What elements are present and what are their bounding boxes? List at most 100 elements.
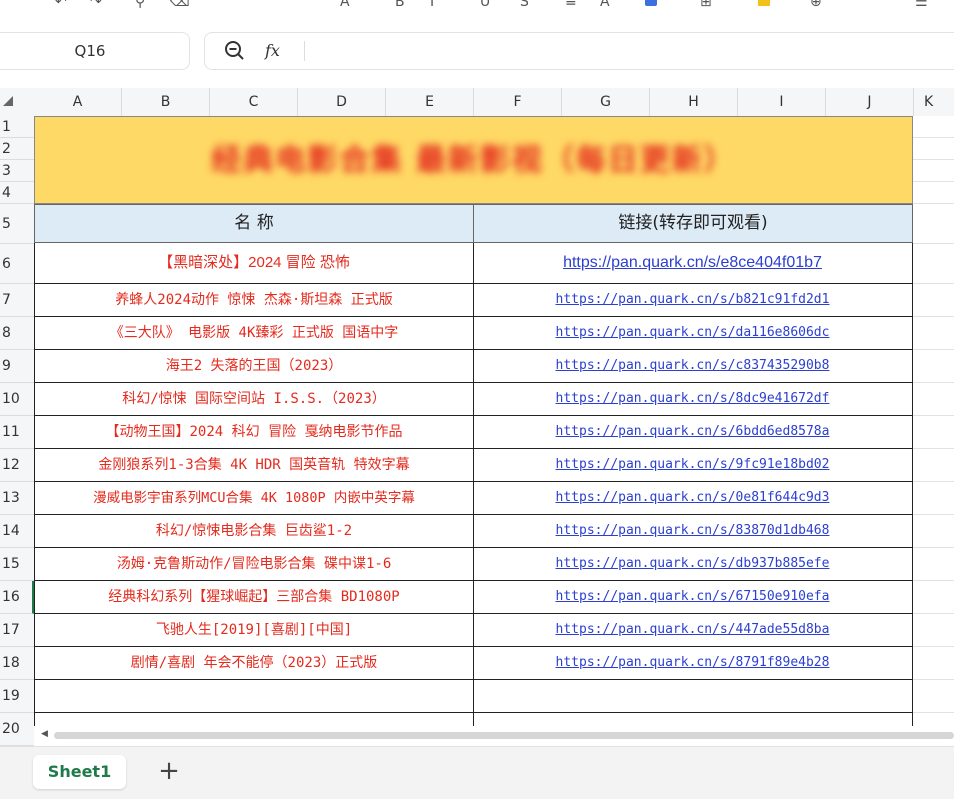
row-header-7[interactable]: 7 [0, 284, 34, 317]
empty-cell[interactable] [473, 713, 913, 726]
gridline [913, 283, 954, 284]
movie-name-cell[interactable]: 漫威电影宇宙系列MCU合集 4K 1080P 内嵌中英字幕 [34, 482, 474, 515]
movie-link-cell[interactable]: https://pan.quark.cn/s/0e81f644c9d3 [473, 482, 913, 515]
gridline [913, 448, 954, 449]
strikethrough-icon[interactable]: S [520, 0, 529, 10]
gridline [913, 243, 954, 244]
row-header-15[interactable]: 15 [0, 548, 34, 581]
gridline [913, 481, 954, 482]
add-sheet-button[interactable]: + [156, 756, 182, 786]
movie-name-cell[interactable]: 经典科幻系列【猩球崛起】三部合集 BD1080P [34, 581, 474, 614]
name-box[interactable]: Q16 [0, 32, 190, 70]
movie-link-cell[interactable]: https://pan.quark.cn/s/c837435290b8 [473, 350, 913, 383]
insert-icon[interactable]: ⊕ [810, 0, 822, 10]
column-header-k[interactable]: K [914, 88, 954, 116]
movie-name-cell[interactable]: 海王2 失落的王国（2023） [34, 350, 474, 383]
row-header-8[interactable]: 8 [0, 317, 34, 350]
movie-name-cell[interactable]: 养蜂人2024动作 惊悚 杰森·斯坦森 正式版 [34, 284, 474, 317]
column-header-d[interactable]: D [298, 88, 386, 116]
movie-name-cell[interactable]: 科幻/惊悚电影合集 巨齿鲨1-2 [34, 515, 474, 548]
movie-name-cell[interactable]: 【黑暗深处】2024 冒险 恐怖 [34, 243, 474, 284]
horizontal-scrollbar[interactable]: ◀ [34, 726, 954, 746]
row-header-11[interactable]: 11 [0, 416, 34, 449]
movie-link-cell[interactable]: https://pan.quark.cn/s/6bdd6ed8578a [473, 416, 913, 449]
column-header-e[interactable]: E [386, 88, 474, 116]
movie-name-cell[interactable]: 剧情/喜剧 年会不能停（2023）正式版 [34, 647, 474, 680]
header-link-cell[interactable]: 链接(转存即可观看) [473, 204, 913, 243]
movie-link-cell[interactable]: https://pan.quark.cn/s/8791f89e4b28 [473, 647, 913, 680]
undo-icon[interactable]: ↶ [55, 0, 67, 10]
empty-cell[interactable] [34, 680, 474, 713]
clear-icon[interactable]: ⌫ [170, 0, 190, 10]
gridline [913, 547, 954, 548]
row-header-9[interactable]: 9 [0, 350, 34, 383]
border-icon[interactable]: ⊞ [700, 0, 712, 10]
row-header-18[interactable]: 18 [0, 647, 34, 680]
select-all-corner[interactable] [0, 88, 34, 116]
movie-link-cell[interactable]: https://pan.quark.cn/s/b821c91fd2d1 [473, 284, 913, 317]
underline-icon[interactable]: U [480, 0, 490, 10]
movie-name-cell[interactable]: 【动物王国】2024 科幻 冒险 戛纳电影节作品 [34, 416, 474, 449]
column-header-g[interactable]: G [562, 88, 650, 116]
redo-icon[interactable]: ↷ [90, 0, 102, 10]
row-header-2[interactable]: 2 [0, 138, 34, 160]
fx-icon[interactable]: fx [265, 41, 280, 60]
row-header-12[interactable]: 12 [0, 449, 34, 482]
movie-link-cell[interactable]: https://pan.quark.cn/s/83870d1db468 [473, 515, 913, 548]
gridline [913, 137, 954, 138]
formula-bar[interactable]: fx [204, 32, 954, 70]
scroll-left-icon[interactable]: ◀ [41, 729, 48, 739]
column-header-i[interactable]: I [738, 88, 826, 116]
movie-link-cell[interactable]: https://pan.quark.cn/s/67150e910efa [473, 581, 913, 614]
fill-color-icon[interactable] [645, 0, 657, 6]
zoom-out-icon[interactable] [223, 39, 245, 61]
column-header-b[interactable]: B [122, 88, 210, 116]
row-header-16[interactable]: 16 [0, 581, 34, 614]
row-header-3[interactable]: 3 [0, 160, 34, 182]
movie-link-cell[interactable]: https://pan.quark.cn/s/db937b885efe [473, 548, 913, 581]
movie-name-cell[interactable]: 飞驰人生[2019][喜剧][中国] [34, 614, 474, 647]
scrollbar-thumb[interactable] [54, 732, 954, 739]
column-header-a[interactable]: A [34, 88, 122, 116]
italic-icon[interactable]: I [430, 0, 434, 10]
header-name-cell[interactable]: 名 称 [34, 204, 474, 243]
row-header-20[interactable]: 20 [0, 713, 34, 746]
gridline [913, 580, 954, 581]
row-header-14[interactable]: 14 [0, 515, 34, 548]
row-header-5[interactable]: 5 [0, 204, 34, 244]
format-painter-icon[interactable]: ⚲ [135, 0, 145, 10]
column-header-f[interactable]: F [474, 88, 562, 116]
gridline [913, 349, 954, 350]
row-header-13[interactable]: 13 [0, 482, 34, 515]
column-header-c[interactable]: C [210, 88, 298, 116]
column-header-h[interactable]: H [650, 88, 738, 116]
row-header-6[interactable]: 6 [0, 244, 34, 284]
row-header-1[interactable]: 1 [0, 116, 34, 138]
highlight-icon[interactable] [758, 0, 770, 6]
movie-name-cell[interactable]: 汤姆·克鲁斯动作/冒险电影合集 碟中谍1-6 [34, 548, 474, 581]
movie-name-cell[interactable]: 《三大队》 电影版 4K臻彩 正式版 国语中字 [34, 317, 474, 350]
bold-icon[interactable]: B [395, 0, 405, 10]
align-icon[interactable]: ≡ [565, 0, 577, 10]
empty-cell[interactable] [473, 680, 913, 713]
movie-name-cell[interactable]: 金刚狼系列1-3合集 4K HDR 国英音轨 特效字幕 [34, 449, 474, 482]
row-header-10[interactable]: 10 [0, 383, 34, 416]
column-header-j[interactable]: J [826, 88, 914, 116]
movie-link-cell[interactable]: https://pan.quark.cn/s/da116e8606dc [473, 317, 913, 350]
gridline [913, 316, 954, 317]
row-header-17[interactable]: 17 [0, 614, 34, 647]
movie-link-cell[interactable]: https://pan.quark.cn/s/e8ce404f01b7 [473, 243, 913, 284]
movie-link-cell[interactable]: https://pan.quark.cn/s/8dc9e41672df [473, 383, 913, 416]
row-header-19[interactable]: 19 [0, 680, 34, 713]
row-header-4[interactable]: 4 [0, 182, 34, 204]
menu-icon[interactable]: ☰ [915, 0, 928, 10]
text-color-icon[interactable]: A [600, 0, 610, 10]
toolbar: ↶ ↷ ⚲ ⌫ A B I U S ≡ A ⊞ ⊕ ☰ [0, 0, 954, 20]
movie-name-cell[interactable]: 科幻/惊悚 国际空间站 I.S.S.（2023） [34, 383, 474, 416]
empty-cell[interactable] [34, 713, 474, 726]
title-cell[interactable]: 经典电影合集 最新影视（每日更新） [34, 116, 913, 204]
font-size-icon[interactable]: A [340, 0, 350, 10]
movie-link-cell[interactable]: https://pan.quark.cn/s/9fc91e18bd02 [473, 449, 913, 482]
tab-sheet1[interactable]: Sheet1 [33, 755, 126, 789]
movie-link-cell[interactable]: https://pan.quark.cn/s/447ade55d8ba [473, 614, 913, 647]
